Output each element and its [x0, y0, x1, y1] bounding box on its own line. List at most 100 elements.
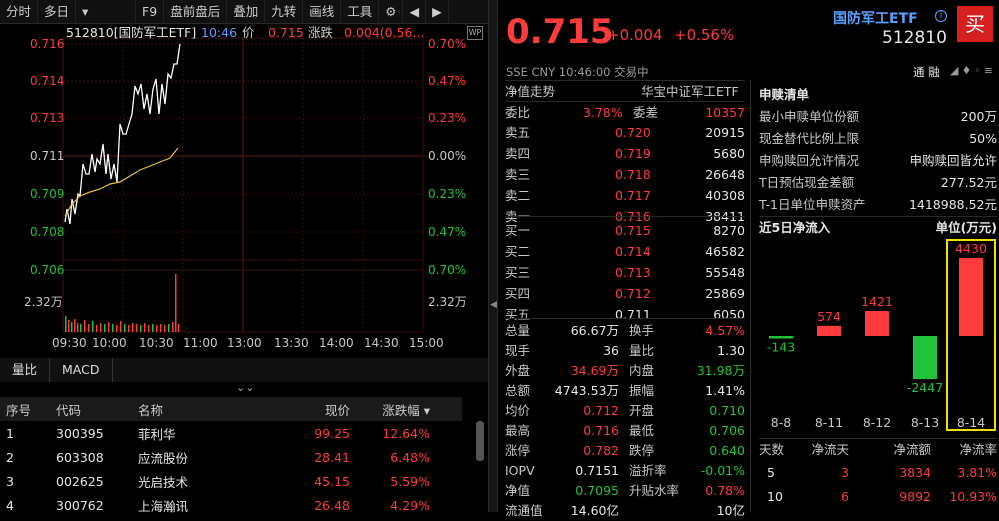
- stat-value: 1.30: [717, 343, 745, 358]
- weicha-label: 委差: [633, 105, 659, 120]
- header-price[interactable]: 现价: [252, 400, 350, 419]
- stats-row: 均价 0.712 开盘 0.710: [505, 400, 745, 421]
- last-price: 0.715: [506, 12, 614, 52]
- x-tick: 09:30: [52, 336, 87, 350]
- ask-volume: 20915: [705, 125, 745, 140]
- stat-value: 1.41%: [705, 383, 745, 398]
- stat-label: 现手: [505, 343, 531, 358]
- collapse-icon[interactable]: ⌄⌄: [236, 381, 254, 394]
- toolbar-item-overlay[interactable]: 叠加: [227, 0, 266, 24]
- netflow-value-label: 1421: [861, 294, 893, 309]
- left-tick: 0.716: [30, 37, 64, 51]
- chart-header-change: 0.004(0.56...: [344, 25, 424, 40]
- wp-badge[interactable]: WP: [467, 26, 483, 40]
- table-scrollbar[interactable]: [476, 421, 484, 461]
- tab-volume-ratio[interactable]: 量比: [0, 358, 51, 382]
- dropdown-icon[interactable]: ▾: [76, 0, 137, 24]
- bid-label: 买一: [505, 223, 531, 238]
- chart-header-change-label: 涨跌: [308, 25, 334, 40]
- nav-trend-label[interactable]: 净值走势: [505, 81, 555, 102]
- stat-label: 均价: [505, 403, 531, 418]
- toolbar-item-tools[interactable]: 工具: [341, 0, 380, 24]
- chart-toolbar: 分时 多日 ▾ F9 盘前盘后 叠加 九转 画线 工具 ⚙ ◀ ▶: [0, 0, 488, 24]
- netflow-bar: [913, 336, 937, 380]
- tab-macd[interactable]: MACD: [50, 358, 113, 382]
- header-name[interactable]: 名称: [132, 400, 252, 419]
- flow-days: 5: [767, 465, 775, 480]
- price-change-pct: +0.56%: [674, 26, 735, 44]
- header-change-pct[interactable]: 涨跌幅 ▾: [350, 400, 446, 419]
- netflow-value-label: 4430: [955, 241, 987, 256]
- toolbar-item-f9[interactable]: F9: [136, 0, 165, 24]
- weibi-label: 委比: [505, 105, 531, 120]
- row-change-pct: 12.64%: [382, 425, 430, 441]
- buy-button[interactable]: 买: [957, 6, 993, 42]
- row-index: 3: [6, 473, 14, 489]
- bid-row: 买一 0.715 8270: [505, 220, 745, 241]
- indicator-tabs: 量比 MACD: [0, 358, 488, 382]
- flow-header-rate: 净流率: [959, 442, 997, 457]
- bid-volume: 55548: [705, 265, 745, 280]
- stat-label: 振幅: [629, 383, 655, 398]
- weibi-value: 3.78%: [583, 105, 623, 120]
- flow-amount: 3834: [899, 465, 931, 480]
- row-code: 002625: [56, 473, 104, 489]
- table-row[interactable]: 4 300762 上海瀚讯 26.48 4.29%: [0, 493, 462, 517]
- flow-days: 10: [767, 489, 783, 504]
- row-price: 99.25: [314, 425, 350, 441]
- flow-rate: 10.93%: [949, 489, 997, 504]
- toolbar-item-prepost[interactable]: 盘前盘后: [164, 0, 228, 24]
- ask-label: 卖三: [505, 167, 531, 182]
- header-index[interactable]: 序号: [0, 400, 50, 419]
- info-icon[interactable]: i: [935, 10, 947, 22]
- ask-volume: 26648: [705, 167, 745, 182]
- stat-value: 0.712: [583, 403, 619, 418]
- ask-label: 卖五: [505, 125, 531, 140]
- row-name: 光启技术: [138, 474, 189, 490]
- ask-label: 卖二: [505, 188, 531, 203]
- redemption-row: 现金替代比例上限 50%: [759, 128, 997, 150]
- toolbar-item-multiday[interactable]: 多日: [38, 0, 77, 24]
- panel-tools-icon[interactable]: ◢♦◦≡: [950, 64, 996, 77]
- netflow-bar: [865, 310, 889, 336]
- table-row[interactable]: 3 002625 光启技术 45.15 5.59%: [0, 469, 462, 493]
- quote-panel: 0.715 +0.004 +0.56% SSE CNY 10:46:00 交易中…: [499, 0, 749, 518]
- table-row[interactable]: 1 300395 菲利华 99.25 12.64%: [0, 421, 462, 445]
- row-change-pct: 5.59%: [390, 473, 430, 489]
- toolbar-item-draw[interactable]: 画线: [303, 0, 342, 24]
- chart-header-price-label: 价: [242, 25, 255, 40]
- intraday-chart[interactable]: 512810[国防军工ETF] 10:46 价 0.715 涨跌 0.004(0…: [0, 24, 488, 354]
- table-header: 序号 代码 名称 现价 涨跌幅 ▾: [0, 397, 462, 421]
- redemption-value: 277.52元: [940, 175, 997, 190]
- switch-icon[interactable]: ◀: [403, 0, 427, 24]
- toggle-icon[interactable]: ▶: [426, 0, 449, 24]
- header-code[interactable]: 代码: [50, 400, 132, 419]
- netflow-bar: [817, 325, 841, 336]
- flow-amount: 9892: [899, 489, 931, 504]
- panel-divider[interactable]: ◀: [488, 0, 498, 512]
- row-name: 菲利华: [138, 426, 176, 442]
- settings-icon[interactable]: ⚙: [379, 0, 404, 24]
- redemption-label: 现金替代比例上限: [759, 131, 860, 146]
- toolbar-item-intraday[interactable]: 分时: [0, 0, 39, 24]
- row-code: 603308: [56, 449, 104, 465]
- stats-row: 涨停 0.782 跌停 0.640: [505, 440, 745, 461]
- x-tick: 14:30: [364, 336, 399, 350]
- stat-label: 最高: [505, 423, 531, 438]
- bid-row: 买二 0.714 46582: [505, 241, 745, 262]
- redemption-value: 1418988.52元: [908, 197, 997, 212]
- row-index: 2: [6, 449, 14, 465]
- stat-value: 0.782: [583, 443, 619, 458]
- row-index: 1: [6, 425, 14, 441]
- ask-price: 0.717: [615, 188, 651, 203]
- stat-value: 0.706: [709, 423, 745, 438]
- redemption-value: 50%: [969, 131, 997, 146]
- stats-row: 流通值 14.60亿 10亿: [505, 500, 745, 521]
- collapse-arrow-icon[interactable]: ◀: [490, 300, 497, 310]
- bid-price: 0.713: [615, 265, 651, 280]
- right-panel: 申赎清单 最小申赎单位份额 200万 现金替代比例上限 50% 申购赎回允许情况 申购赎回…: [750, 80, 999, 512]
- toolbar-item-nine-turn[interactable]: 九转: [265, 0, 304, 24]
- right-tick: 0.23%: [428, 187, 466, 201]
- ask-price: 0.720: [615, 125, 651, 140]
- table-row[interactable]: 2 603308 应流股份 28.41 6.48%: [0, 445, 462, 469]
